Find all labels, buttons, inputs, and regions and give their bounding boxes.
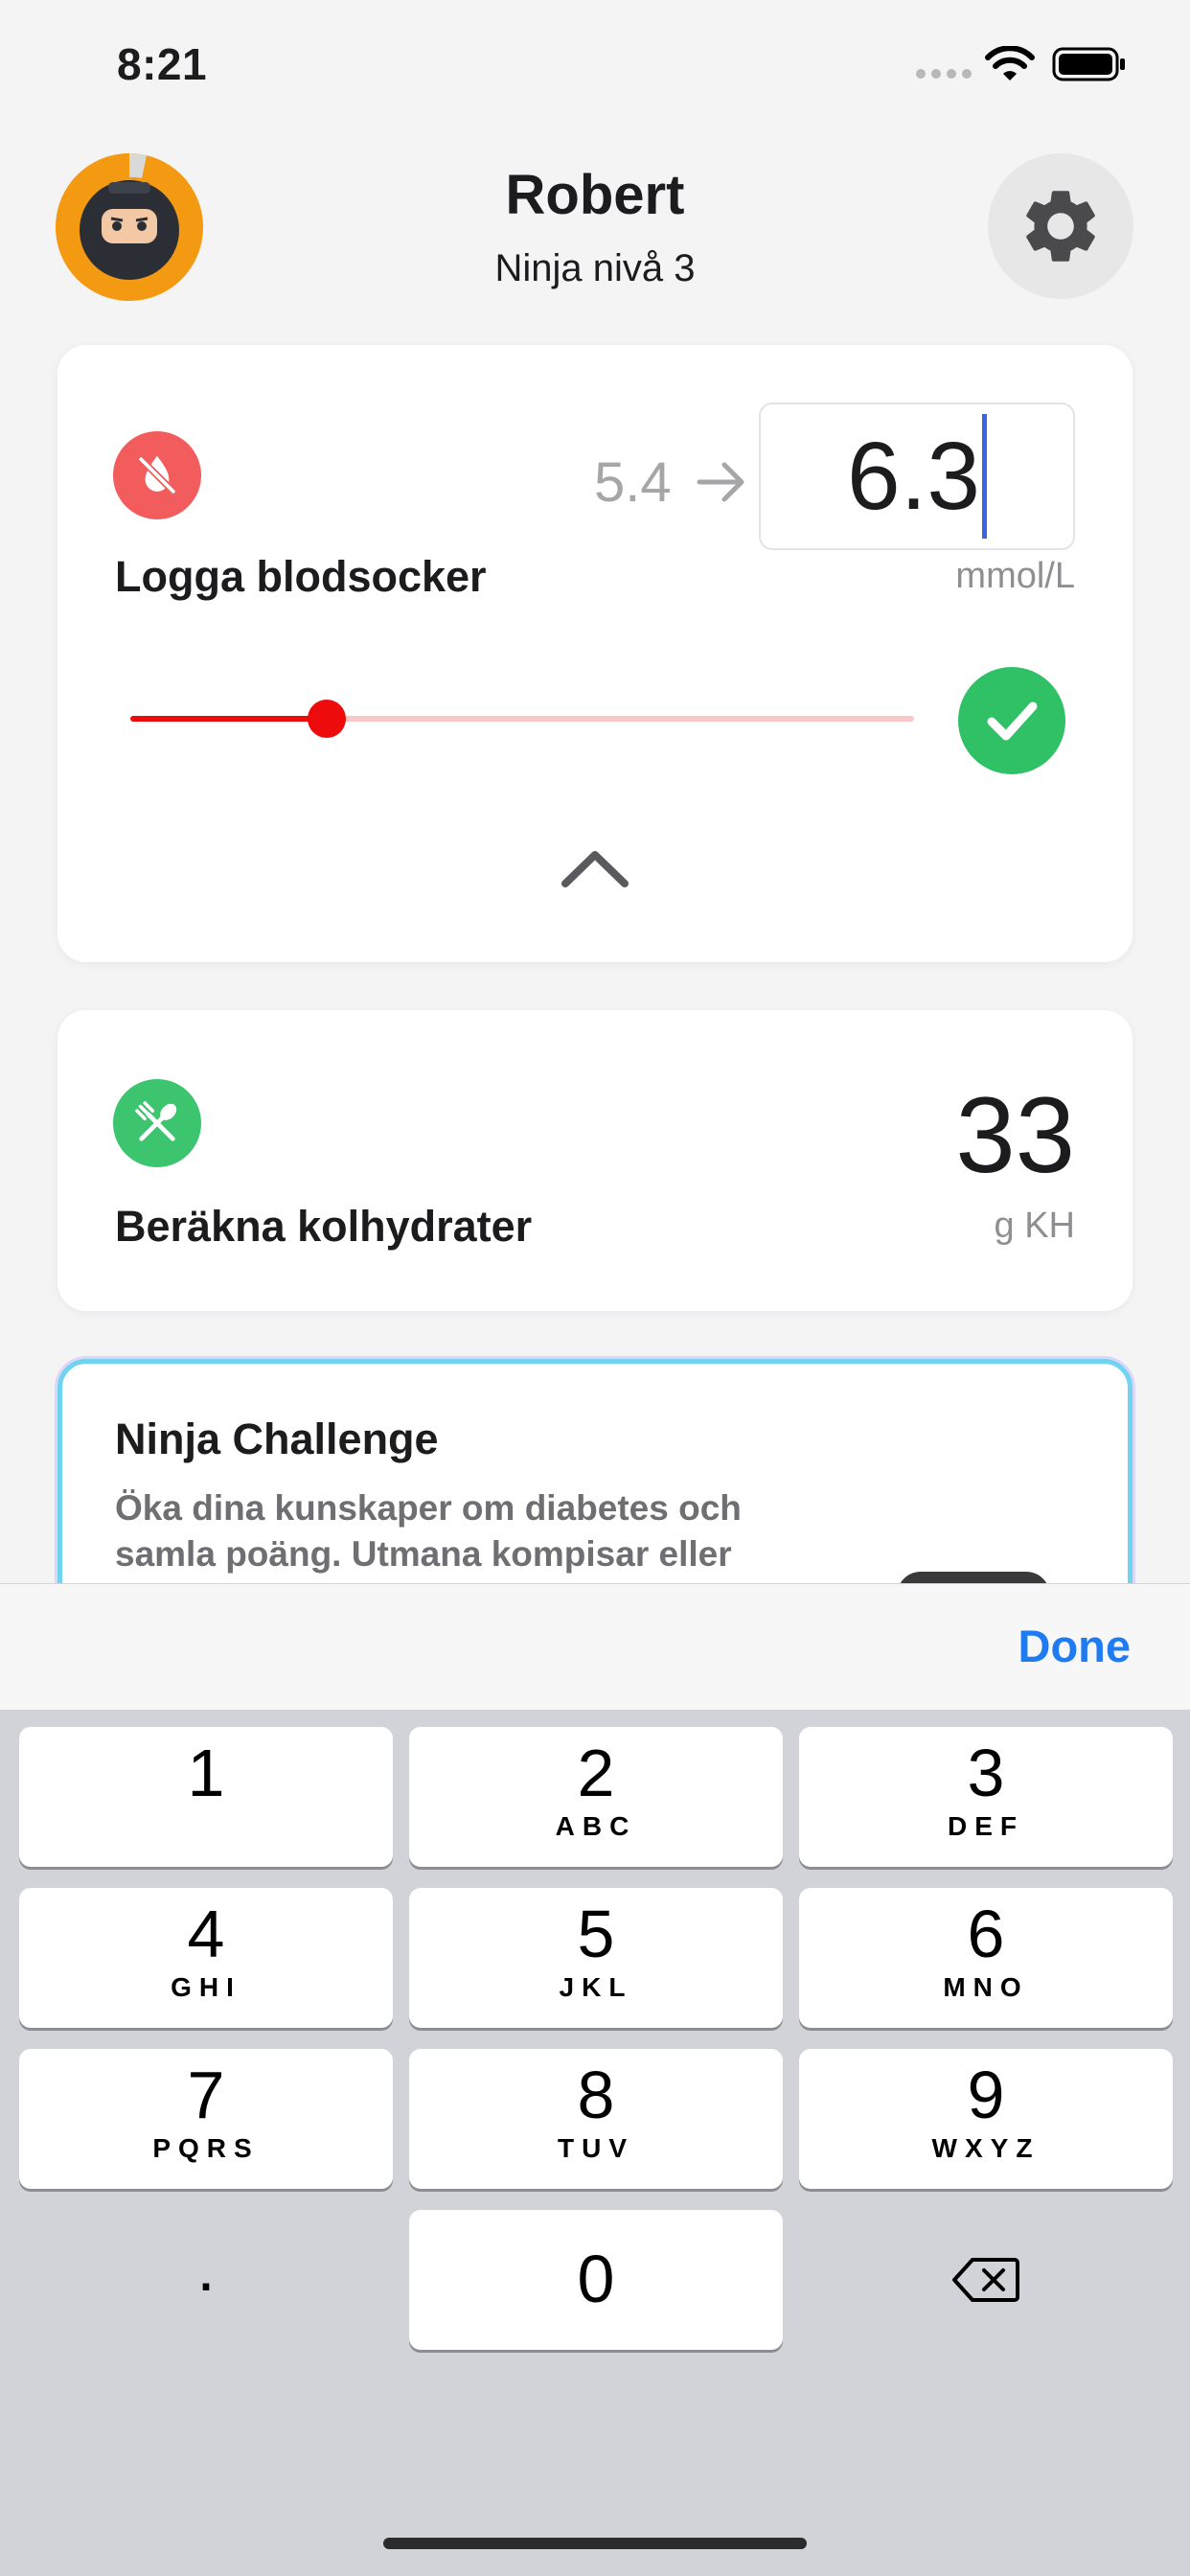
done-button[interactable]: Done <box>977 1620 1132 1672</box>
arrow-right-icon <box>697 462 744 502</box>
key-digit: 7 <box>187 2058 225 2132</box>
key-6[interactable]: 6 MNO <box>799 1888 1173 2028</box>
cellular-signal-icon <box>916 69 972 80</box>
gear-icon <box>1026 191 1095 262</box>
checkmark-icon <box>987 702 1038 741</box>
status-time: 8:21 <box>117 39 208 89</box>
backspace-key[interactable] <box>799 2210 1173 2350</box>
key-decimal[interactable]: . <box>19 2210 393 2350</box>
key-letters: WXYZ <box>931 2133 1041 2163</box>
blood-drop-off-icon <box>137 455 177 495</box>
carb-icon-badge <box>113 1079 201 1167</box>
key-3[interactable]: 3 DEF <box>799 1727 1173 1867</box>
key-5[interactable]: 5 JKL <box>409 1888 783 2028</box>
key-letters: MNO <box>943 1972 1029 2002</box>
key-2[interactable]: 2 ABC <box>409 1727 783 1867</box>
wifi-icon <box>985 46 1035 80</box>
settings-button[interactable] <box>988 153 1133 299</box>
key-letters: PQRS <box>152 2133 260 2163</box>
blood-sugar-icon-badge <box>113 431 201 519</box>
text-caret <box>982 414 987 539</box>
previous-value: 5.4 <box>594 451 672 514</box>
blood-sugar-unit: mmol/L <box>955 556 1075 596</box>
blood-sugar-input-value: 6.3 <box>846 422 980 530</box>
key-letters: DEF <box>948 1811 1024 1841</box>
blood-sugar-input[interactable]: 6.3 <box>759 402 1075 550</box>
key-letters: GHI <box>171 1972 241 2002</box>
slider-track-filled[interactable] <box>130 716 327 722</box>
key-letters: TUV <box>558 2133 634 2163</box>
home-indicator <box>383 2538 807 2549</box>
key-digit: 4 <box>187 1897 225 1971</box>
challenge-title: Ninja Challenge <box>115 1414 439 1463</box>
key-digit: 0 <box>577 2242 615 2316</box>
key-digit: 3 <box>967 1736 1005 1810</box>
key-letters: ABC <box>555 1811 637 1841</box>
key-digit: 1 <box>187 1736 225 1810</box>
challenge-description: Öka dina kunskaper om diabetes och samla… <box>115 1488 742 1574</box>
carb-title: Beräkna kolhydrater <box>115 1202 533 1251</box>
key-7[interactable]: 7 PQRS <box>19 2049 393 2189</box>
battery-icon <box>1052 47 1125 81</box>
key-4[interactable]: 4 GHI <box>19 1888 393 2028</box>
key-digit: 6 <box>967 1897 1005 1971</box>
fork-spoon-icon <box>135 1101 177 1141</box>
chevron-up-icon[interactable] <box>560 843 630 891</box>
blood-sugar-title: Logga blodsocker <box>115 552 487 601</box>
carb-value: 33 <box>955 1075 1075 1195</box>
key-1[interactable]: 1 <box>19 1727 393 1867</box>
key-digit: 8 <box>577 2058 615 2132</box>
key-9[interactable]: 9 WXYZ <box>799 2049 1173 2189</box>
slider-track-empty[interactable] <box>326 716 914 722</box>
key-letters: JKL <box>559 1972 633 2002</box>
carb-unit: g KH <box>994 1206 1075 1246</box>
key-0[interactable]: 0 <box>409 2210 783 2350</box>
key-8[interactable]: 8 TUV <box>409 2049 783 2189</box>
backspace-icon <box>952 2258 1019 2302</box>
key-digit: 5 <box>577 1897 615 1971</box>
key-digit: 9 <box>967 2058 1005 2132</box>
slider-thumb[interactable] <box>307 700 346 738</box>
key-digit: 2 <box>577 1736 615 1810</box>
confirm-button[interactable] <box>958 667 1065 774</box>
